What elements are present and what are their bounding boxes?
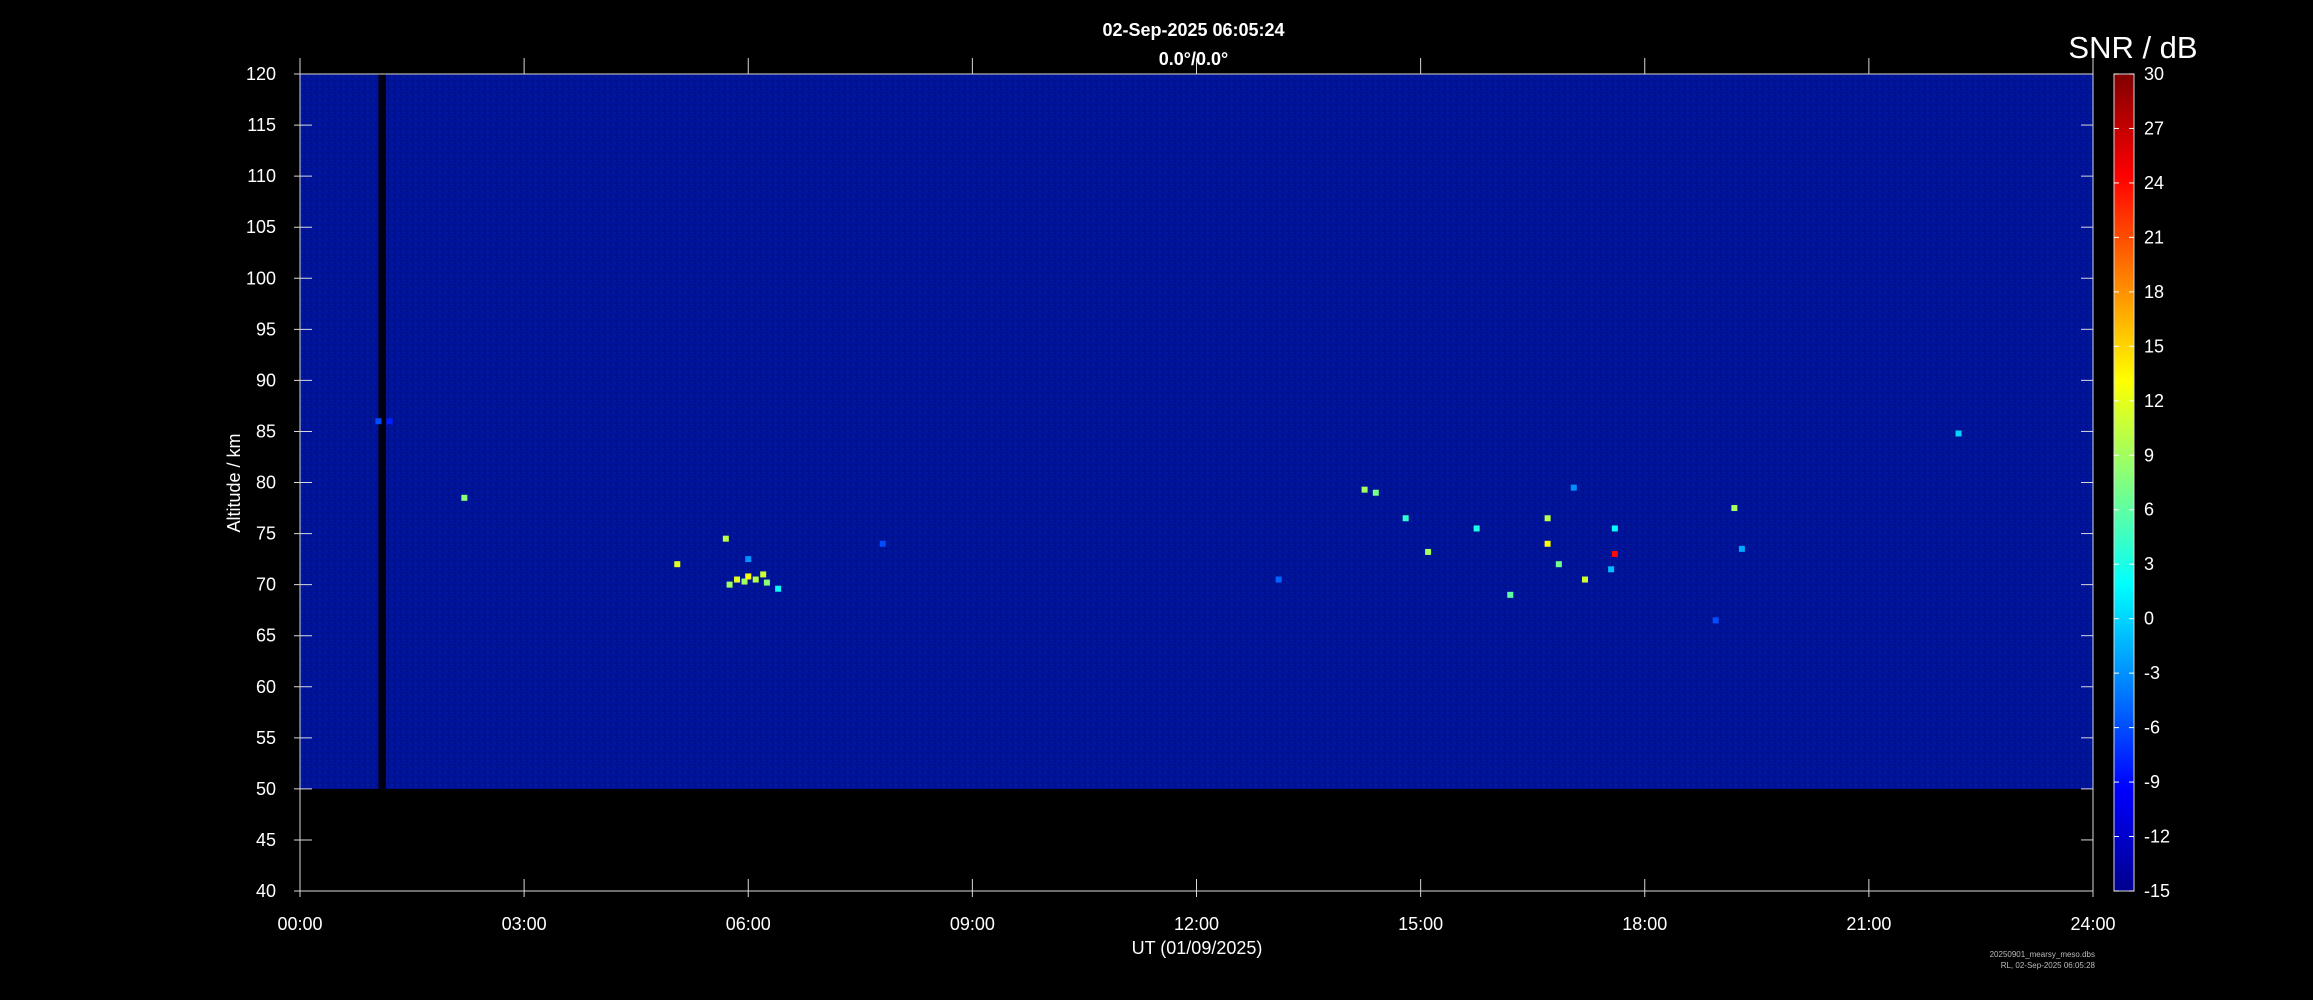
- echo-point: [745, 556, 752, 563]
- y-tick-label: 60: [256, 677, 276, 697]
- footer-filename: 20250901_mearsy_meso.dbs: [1989, 950, 2095, 959]
- y-tick-label: 115: [247, 115, 276, 135]
- x-axis-label: UT (01/09/2025): [1132, 938, 1263, 958]
- colorbar-label: SNR / dB: [2068, 30, 2197, 65]
- echo-point: [726, 581, 733, 588]
- x-tick-label: 12:00: [1174, 914, 1219, 934]
- y-tick-label: 85: [256, 421, 276, 441]
- colorbar-tick-label: 30: [2144, 64, 2164, 84]
- echo-point: [1473, 525, 1480, 532]
- x-tick-label: 18:00: [1622, 914, 1667, 934]
- echo-point: [734, 576, 741, 583]
- x-tick-label: 09:00: [950, 914, 995, 934]
- echo-point: [1402, 515, 1409, 522]
- colorbar-tick-label: 15: [2144, 336, 2164, 356]
- x-tick-label: 06:00: [726, 914, 771, 934]
- x-tick-label: 15:00: [1398, 914, 1443, 934]
- colorbar-tick-label: 27: [2144, 118, 2164, 138]
- echo-point: [674, 561, 681, 568]
- colorbar-tick-label: 9: [2144, 445, 2154, 465]
- echo-point: [1570, 484, 1577, 491]
- echo-point: [763, 579, 770, 586]
- echo-point: [1731, 505, 1738, 512]
- echo-point: [1611, 525, 1618, 532]
- y-tick-label: 75: [256, 524, 276, 544]
- echo-point: [775, 585, 782, 592]
- colorbar-tick-label: -12: [2144, 827, 2170, 847]
- colorbar-tick-label: -15: [2144, 881, 2170, 901]
- echo-point: [1955, 430, 1962, 437]
- echo-point: [1581, 576, 1588, 583]
- echo-point: [741, 578, 748, 585]
- echo-point: [1608, 566, 1615, 573]
- echo-point: [1738, 545, 1745, 552]
- footer-stamp: RL, 02-Sep-2025 06:05:28: [2000, 961, 2095, 970]
- echo-point: [461, 494, 468, 501]
- y-axis-label: Altitude / km: [224, 433, 244, 532]
- echo-point: [375, 418, 382, 425]
- colorbar: [2113, 73, 2135, 892]
- y-tick-label: 80: [256, 473, 276, 493]
- echo-point: [1372, 489, 1379, 496]
- echo-point: [1555, 561, 1562, 568]
- y-tick-label: 50: [256, 779, 276, 799]
- y-tick-label: 70: [256, 575, 276, 595]
- y-tick-label: 40: [256, 881, 276, 901]
- echo-point: [760, 571, 767, 578]
- colorbar-tick-label: 21: [2144, 227, 2164, 247]
- radar-snr-chart: 1201151101051009590858075706560555045400…: [224, 30, 2198, 958]
- colorbar-tick-label: 0: [2144, 609, 2154, 629]
- y-tick-label: 100: [246, 268, 276, 288]
- colorbar-tick-label: -3: [2144, 663, 2160, 683]
- echo-point: [752, 576, 759, 583]
- echo-point: [1361, 486, 1368, 493]
- echo-point: [745, 573, 752, 580]
- colorbar-tick-label: 12: [2144, 391, 2164, 411]
- echo-point: [386, 418, 393, 425]
- colorbar-tick-label: -6: [2144, 718, 2160, 738]
- echo-point: [1544, 515, 1551, 522]
- echo-point: [1507, 591, 1514, 598]
- x-tick-label: 00:00: [277, 914, 322, 934]
- echo-point: [1712, 617, 1719, 624]
- y-tick-label: 55: [256, 728, 276, 748]
- echo-point: [1425, 548, 1432, 555]
- colorbar-tick-label: 3: [2144, 554, 2154, 574]
- y-tick-label: 120: [246, 64, 276, 84]
- x-tick-label: 21:00: [1846, 914, 1891, 934]
- colorbar-tick-label: 24: [2144, 173, 2164, 193]
- x-tick-label: 24:00: [2070, 914, 2115, 934]
- y-tick-label: 105: [246, 217, 276, 237]
- echo-point: [1275, 576, 1282, 583]
- colorbar-tick-label: -9: [2144, 772, 2160, 792]
- echo-point: [1611, 550, 1618, 557]
- colorbar-tick-label: 6: [2144, 500, 2154, 520]
- y-tick-label: 95: [256, 319, 276, 339]
- echo-point: [722, 535, 729, 542]
- y-tick-label: 45: [256, 830, 276, 850]
- data-gap: [378, 74, 386, 789]
- x-tick-label: 03:00: [502, 914, 547, 934]
- echo-point: [1544, 540, 1551, 547]
- y-tick-label: 110: [247, 166, 276, 186]
- snr-field: [300, 74, 2093, 789]
- colorbar-tick-label: 18: [2144, 282, 2164, 302]
- echo-point: [879, 540, 886, 547]
- y-tick-label: 65: [256, 626, 276, 646]
- y-tick-label: 90: [256, 370, 276, 390]
